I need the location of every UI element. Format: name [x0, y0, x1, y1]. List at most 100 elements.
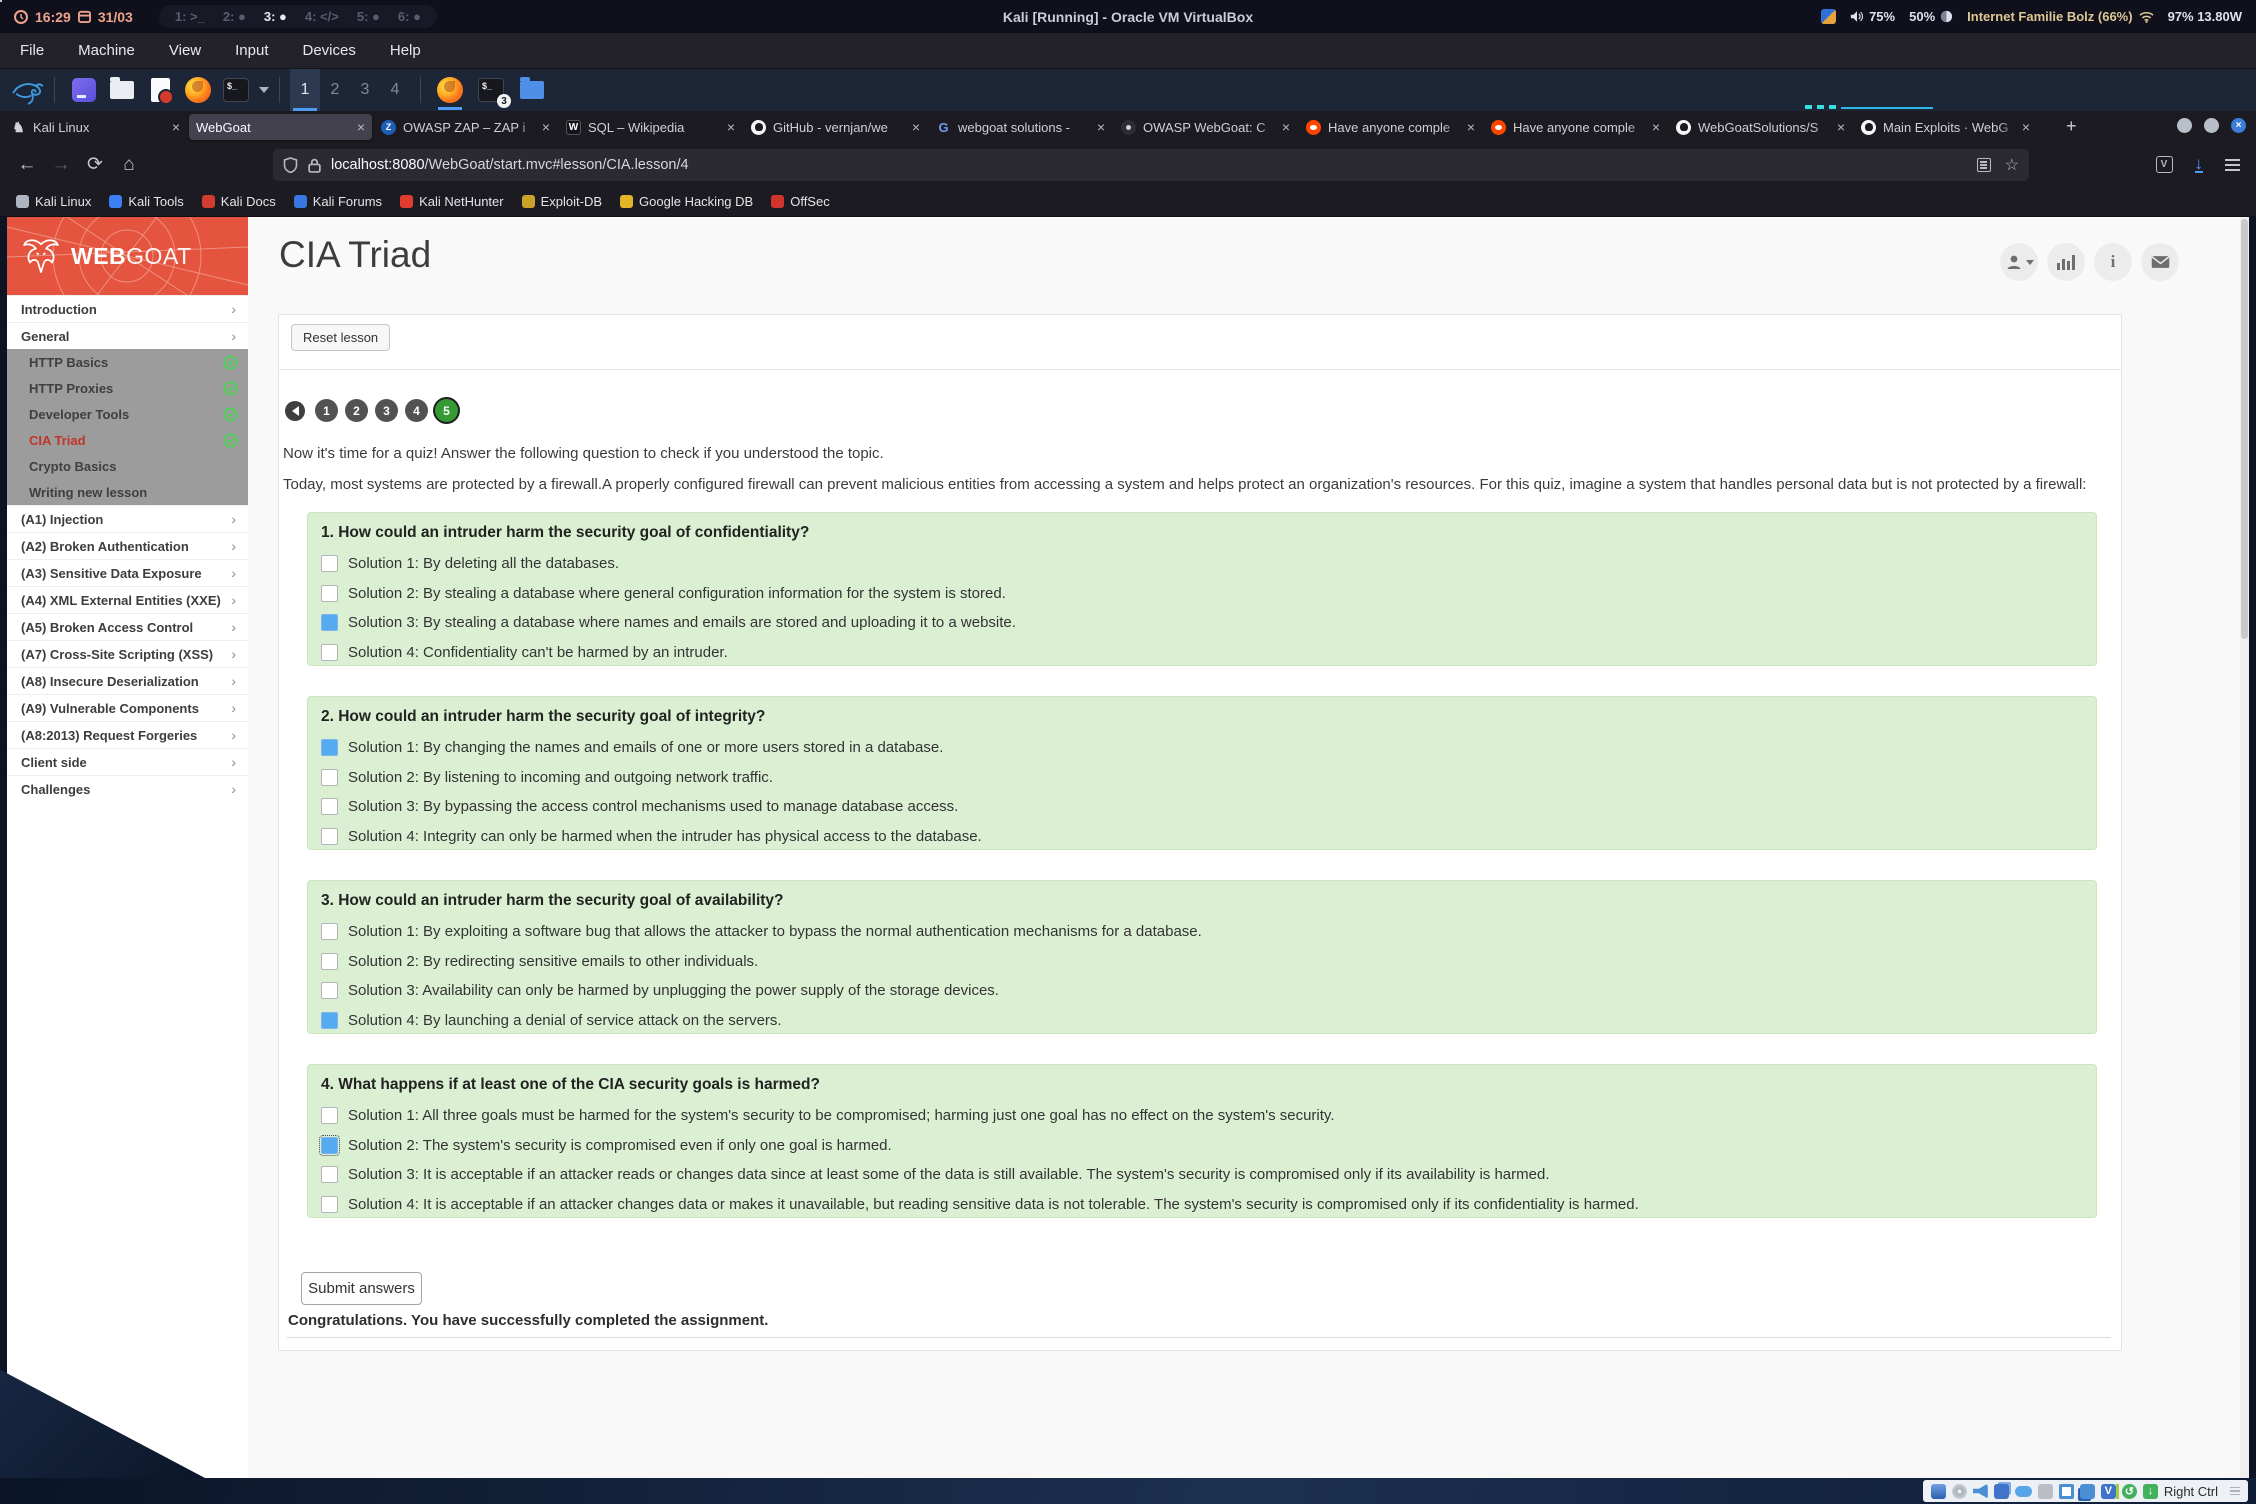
host-workspace[interactable]: 2: ●	[223, 9, 246, 24]
answer-option[interactable]: Solution 3: Availability can only be har…	[321, 982, 2083, 999]
terminal-launcher-icon[interactable]: $_	[222, 76, 250, 104]
browser-tab[interactable]: ZOWASP ZAP – ZAP i×	[374, 114, 557, 140]
sidebar-item--a2-broken-authentication[interactable]: (A2) Broken Authentication›	[7, 532, 248, 559]
tracking-shield-icon[interactable]	[283, 157, 298, 173]
files-task-icon[interactable]	[518, 76, 546, 104]
url-bar[interactable]: localhost:8080/WebGoat/start.mvc#lesson/…	[273, 149, 2029, 181]
answer-option[interactable]: Solution 1: By deleting all the database…	[321, 555, 2083, 572]
page-circle-3[interactable]: 3	[375, 399, 398, 422]
sidebar-item-cia-triad[interactable]: CIA Triad	[7, 427, 248, 453]
sidebar-item--a5-broken-access-control[interactable]: (A5) Broken Access Control›	[7, 613, 248, 640]
sidebar-item-client-side[interactable]: Client side›	[7, 748, 248, 775]
info-icon[interactable]: i	[2094, 243, 2132, 281]
user-icon[interactable]	[2000, 243, 2038, 281]
resize-grip[interactable]	[2230, 1487, 2240, 1496]
browser-tab[interactable]: Have anyone comple×	[1299, 114, 1482, 140]
audio-icon[interactable]	[1973, 1484, 1988, 1499]
sidebar-item-developer-tools[interactable]: Developer Tools	[7, 401, 248, 427]
file-manager-icon[interactable]	[108, 76, 136, 104]
maximize-button[interactable]	[2204, 118, 2219, 133]
browser-tab[interactable]: WebGoat×	[189, 114, 372, 140]
tab-close-icon[interactable]: ×	[1837, 119, 1845, 135]
sidebar-item-crypto-basics[interactable]: Crypto Basics	[7, 453, 248, 479]
sidebar-item--a7-cross-site-scripting-xss-[interactable]: (A7) Cross-Site Scripting (XSS)›	[7, 640, 248, 667]
close-button[interactable]: ×	[2231, 118, 2246, 133]
tab-close-icon[interactable]: ×	[1282, 119, 1290, 135]
answer-option[interactable]: Solution 3: By stealing a database where…	[321, 614, 2083, 631]
browser-tab[interactable]: Main Exploits · WebG×	[1854, 114, 2037, 140]
hdd-icon[interactable]	[1931, 1484, 1946, 1499]
browser-tab[interactable]: GitHub - vernjan/we×	[744, 114, 927, 140]
menu-input[interactable]: Input	[235, 42, 268, 59]
answer-checkbox[interactable]	[321, 923, 338, 940]
host-workspace[interactable]: 1: >_	[175, 9, 205, 24]
answer-option[interactable]: Solution 2: By redirecting sensitive ema…	[321, 953, 2083, 970]
bookmark-item[interactable]: Kali Tools	[109, 194, 183, 209]
cd-icon[interactable]	[1952, 1484, 1967, 1499]
kali-menu-icon[interactable]	[10, 75, 44, 105]
browser-tab[interactable]: WSQL – Wikipedia×	[559, 114, 742, 140]
answer-checkbox[interactable]	[321, 798, 338, 815]
page-scrollbar[interactable]	[2240, 217, 2249, 1478]
sidebar-item--a8-insecure-deserialization[interactable]: (A8) Insecure Deserialization›	[7, 667, 248, 694]
bookmark-item[interactable]: Exploit-DB	[522, 194, 602, 209]
answer-checkbox[interactable]	[321, 1137, 338, 1154]
terminal-task-icon[interactable]: $_3	[477, 76, 505, 104]
virtualbox-tray-icon[interactable]	[1821, 9, 1836, 24]
host-workspace[interactable]: 5: ●	[357, 9, 380, 24]
minimize-button[interactable]	[2177, 118, 2192, 133]
answer-option[interactable]: Solution 2: By listening to incoming and…	[321, 769, 2083, 786]
contact-icon[interactable]	[2141, 243, 2179, 281]
tab-close-icon[interactable]: ×	[172, 119, 180, 135]
text-editor-icon[interactable]	[146, 76, 174, 104]
sidebar-item-writing-new-lesson[interactable]: Writing new lesson	[7, 479, 248, 505]
sidebar-item--a1-injection[interactable]: (A1) Injection›	[7, 505, 248, 532]
answer-option[interactable]: Solution 1: By exploiting a software bug…	[321, 923, 2083, 940]
sidebar-item--a4-xml-external-entities-xxe-[interactable]: (A4) XML External Entities (XXE)›	[7, 586, 248, 613]
vbox-v-icon[interactable]: V	[2101, 1484, 2116, 1499]
answer-option[interactable]: Solution 4: It is acceptable if an attac…	[321, 1196, 2083, 1213]
browser-tab[interactable]: Have anyone comple×	[1484, 114, 1667, 140]
menu-hamburger-icon[interactable]	[2225, 159, 2240, 171]
bookmark-item[interactable]: Google Hacking DB	[620, 194, 753, 209]
tab-close-icon[interactable]: ×	[2022, 119, 2030, 135]
reader-mode-icon[interactable]	[1977, 158, 1991, 172]
answer-checkbox[interactable]	[321, 1166, 338, 1183]
answer-option[interactable]: Solution 1: All three goals must be harm…	[321, 1107, 2083, 1124]
bookmark-star-icon[interactable]: ☆	[2005, 155, 2019, 175]
host-workspace[interactable]: 3: ●	[264, 9, 287, 24]
firefox-task-icon[interactable]	[436, 76, 464, 104]
sidebar-item-http-proxies[interactable]: HTTP Proxies	[7, 375, 248, 401]
sidebar-item-general[interactable]: General›	[7, 322, 248, 349]
page-circle-5[interactable]: 5	[435, 399, 458, 422]
answer-checkbox[interactable]	[321, 585, 338, 602]
back-button[interactable]: ←	[10, 154, 44, 176]
browser-tab[interactable]: Gwebgoat solutions -×	[929, 114, 1112, 140]
bookmark-item[interactable]: Kali NetHunter	[400, 194, 504, 209]
sidebar-item-introduction[interactable]: Introduction›	[7, 295, 248, 322]
page-circle-2[interactable]: 2	[345, 399, 368, 422]
browser-tab[interactable]: OWASP WebGoat: C×	[1114, 114, 1297, 140]
answer-option[interactable]: Solution 4: Confidentiality can't be har…	[321, 644, 2083, 661]
sidebar-item--a3-sensitive-data-exposure[interactable]: (A3) Sensitive Data Exposure›	[7, 559, 248, 586]
workspace-1[interactable]: 1	[290, 69, 320, 111]
answer-checkbox[interactable]	[321, 1196, 338, 1213]
browser-tab[interactable]: ♞Kali Linux×	[4, 114, 187, 140]
answer-checkbox[interactable]	[321, 739, 338, 756]
bookmark-item[interactable]: Kali Linux	[16, 194, 91, 209]
site-info-lock-icon[interactable]	[308, 158, 321, 173]
answer-option[interactable]: Solution 3: By bypassing the access cont…	[321, 798, 2083, 815]
answer-checkbox[interactable]	[321, 769, 338, 786]
answer-checkbox[interactable]	[321, 614, 338, 631]
scrollbar-thumb[interactable]	[2241, 219, 2248, 639]
bookmark-item[interactable]: OffSec	[771, 194, 830, 209]
workspace-3[interactable]: 3	[350, 69, 380, 111]
autoresize-icon[interactable]: ↺	[2122, 1484, 2137, 1499]
workspace-4[interactable]: 4	[380, 69, 410, 111]
answer-checkbox[interactable]	[321, 828, 338, 845]
answer-checkbox[interactable]	[321, 953, 338, 970]
answer-option[interactable]: Solution 4: Integrity can only be harmed…	[321, 828, 2083, 845]
download-icon[interactable]: ↓	[2143, 1484, 2158, 1499]
windows-icon[interactable]	[2080, 1484, 2095, 1499]
menu-help[interactable]: Help	[390, 42, 421, 59]
